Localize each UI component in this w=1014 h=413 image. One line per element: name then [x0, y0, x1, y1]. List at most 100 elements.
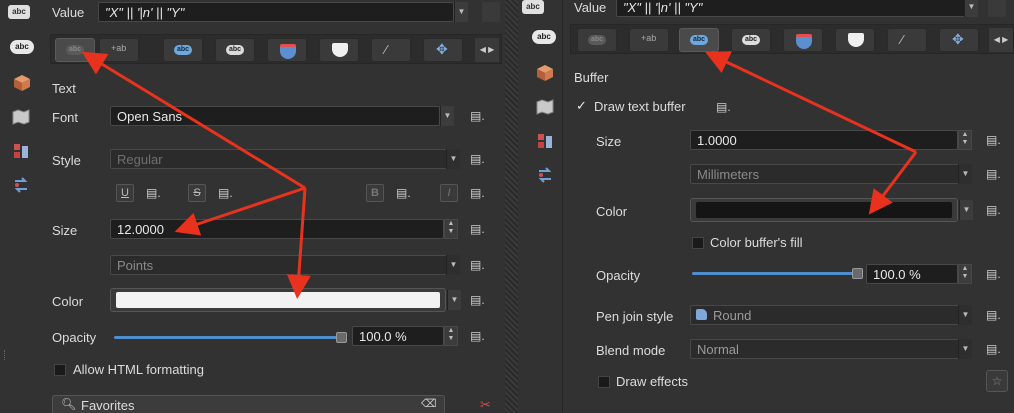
expression-button[interactable] [988, 0, 1006, 17]
pen-join-combobox[interactable]: Round [690, 305, 972, 325]
opacity-data-defined-button[interactable]: ▤. [986, 264, 1008, 284]
3d-icon[interactable] [13, 74, 31, 92]
mask-tab[interactable]: abc [215, 38, 255, 62]
value-dropdown-arrow[interactable]: ▼ [454, 2, 468, 22]
buffer-settings-panel: abc Value "X" || '|n' || "Y" ▼ abc abc +… [518, 0, 1014, 413]
size-data-defined-button[interactable]: ▤. [470, 219, 492, 239]
size-spinner[interactable]: ▲ ▼ [444, 219, 458, 239]
diagram-icon[interactable] [536, 166, 554, 184]
bold-button[interactable]: B [366, 184, 384, 202]
strikeout-button[interactable]: S [188, 184, 206, 202]
map-icon[interactable] [536, 98, 554, 116]
buffer-color-button[interactable] [690, 198, 958, 222]
buffer-tab[interactable]: abc [163, 38, 203, 62]
opacity-slider[interactable] [692, 272, 858, 275]
draw-buffer-data-defined-button[interactable]: ▤. [716, 97, 738, 117]
effects-star-icon[interactable]: ☆ [986, 370, 1008, 392]
color-data-defined-button[interactable]: ▤. [470, 290, 492, 310]
opacity-spinner[interactable]: ▲ ▼ [958, 264, 972, 284]
size-input[interactable]: 12.0000 [110, 219, 444, 239]
opacity-slider-handle[interactable] [336, 332, 347, 343]
opacity-data-defined-button[interactable]: ▤. [470, 326, 492, 346]
style-dropdown-arrow[interactable]: ▼ [446, 149, 460, 169]
map-icon[interactable] [12, 108, 30, 126]
rendering-icon[interactable] [12, 142, 30, 160]
section-title: Buffer [574, 70, 609, 85]
shadow-tab[interactable] [319, 38, 359, 62]
opacity-slider-handle[interactable] [852, 268, 863, 279]
background-tab[interactable] [267, 38, 307, 62]
text-tab[interactable]: abc [577, 28, 617, 52]
callout-tab[interactable]: ⁄ [887, 28, 927, 52]
strikeout-data-defined-button[interactable]: ▤. [218, 183, 240, 203]
opacity-input[interactable]: 100.0 % [866, 264, 958, 284]
blend-data-defined-button[interactable]: ▤. [986, 339, 1008, 359]
font-data-defined-button[interactable]: ▤. [470, 106, 492, 126]
formatting-tab[interactable]: +ab [629, 28, 669, 52]
pen-join-data-defined-button[interactable]: ▤. [986, 305, 1008, 325]
panel-divider[interactable] [505, 0, 518, 413]
buffer-tab[interactable]: abc [679, 28, 719, 52]
draw-buffer-checkbox[interactable]: ✓ [576, 98, 587, 114]
color-fill-checkbox[interactable] [692, 237, 704, 249]
units-data-defined-button[interactable]: ▤. [470, 255, 492, 275]
color-dropdown-arrow[interactable]: ▼ [959, 200, 973, 220]
color-button[interactable] [110, 288, 446, 312]
opacity-spinner[interactable]: ▲ ▼ [444, 326, 458, 346]
formatting-tab[interactable]: +ab [99, 38, 139, 62]
pen-join-dropdown-arrow[interactable]: ▼ [958, 305, 972, 325]
italic-button[interactable]: I [440, 184, 458, 202]
tab-scroll-arrows[interactable]: ◀ ▶ [989, 28, 1013, 52]
abc-label-icon: abc [8, 5, 30, 19]
favorites-text: Favorites [81, 398, 135, 413]
clear-icon[interactable]: ⌫ [421, 397, 437, 410]
favorites-search-field[interactable]: 🔍︎ Favorites ⌫ [52, 395, 445, 413]
mask-tab[interactable]: abc [731, 28, 771, 52]
text-tab[interactable]: abc [55, 38, 95, 62]
3d-icon[interactable] [536, 64, 554, 82]
underline-data-defined-button[interactable]: ▤. [146, 183, 168, 203]
diagram-icon[interactable] [12, 176, 30, 194]
bold-data-defined-button[interactable]: ▤. [396, 183, 418, 203]
size-units-combobox[interactable]: Points [110, 255, 456, 275]
blend-mode-combobox[interactable]: Normal [690, 339, 972, 359]
size-data-defined-button[interactable]: ▤. [986, 130, 1008, 150]
style-combobox[interactable]: Regular [110, 149, 456, 169]
units-data-defined-button[interactable]: ▤. [986, 164, 1008, 184]
rendering-icon[interactable] [536, 132, 554, 150]
labels-icon[interactable]: abc [532, 30, 556, 44]
allow-html-checkbox[interactable] [54, 364, 66, 376]
background-tab[interactable] [783, 28, 823, 52]
round-join-icon [696, 309, 707, 320]
value-dropdown-arrow[interactable]: ▼ [964, 0, 978, 17]
buffer-size-input[interactable]: 1.0000 [690, 130, 958, 150]
color-data-defined-button[interactable]: ▤. [986, 200, 1008, 220]
buffer-size-spinner[interactable]: ▲ ▼ [958, 130, 972, 150]
buffer-units-combobox[interactable]: Millimeters [690, 164, 972, 184]
draw-effects-label: Draw effects [616, 374, 689, 389]
placement-tab[interactable]: ✥ [939, 28, 979, 52]
style-manager-icon[interactable]: ✂ [480, 397, 491, 413]
resize-handle[interactable] [4, 350, 8, 360]
font-dropdown-arrow[interactable]: ▼ [440, 106, 454, 126]
shadow-tab[interactable] [835, 28, 875, 52]
draw-effects-checkbox[interactable] [598, 376, 610, 388]
value-expression-field[interactable]: "X" || '|n' || "Y" [98, 2, 454, 22]
units-dropdown-arrow[interactable]: ▼ [446, 255, 460, 275]
expression-button[interactable] [482, 2, 500, 22]
placement-tab[interactable]: ✥ [423, 38, 463, 62]
style-data-defined-button[interactable]: ▤. [470, 149, 492, 169]
italic-data-defined-button[interactable]: ▤. [470, 183, 492, 203]
labels-icon[interactable]: abc [10, 40, 34, 54]
placement-tab-icon: ✥ [436, 41, 448, 57]
font-combobox[interactable]: Open Sans [110, 106, 440, 126]
tab-scroll-arrows[interactable]: ◀ ▶ [475, 38, 499, 62]
opacity-slider[interactable] [114, 336, 342, 339]
value-expression-field[interactable]: "X" || '|n' || "Y" [616, 0, 972, 17]
underline-button[interactable]: U [116, 184, 134, 202]
callout-tab[interactable]: ⁄ [371, 38, 411, 62]
units-dropdown-arrow[interactable]: ▼ [958, 164, 972, 184]
opacity-input[interactable]: 100.0 % [352, 326, 444, 346]
color-dropdown-arrow[interactable]: ▼ [447, 290, 461, 310]
blend-dropdown-arrow[interactable]: ▼ [958, 339, 972, 359]
